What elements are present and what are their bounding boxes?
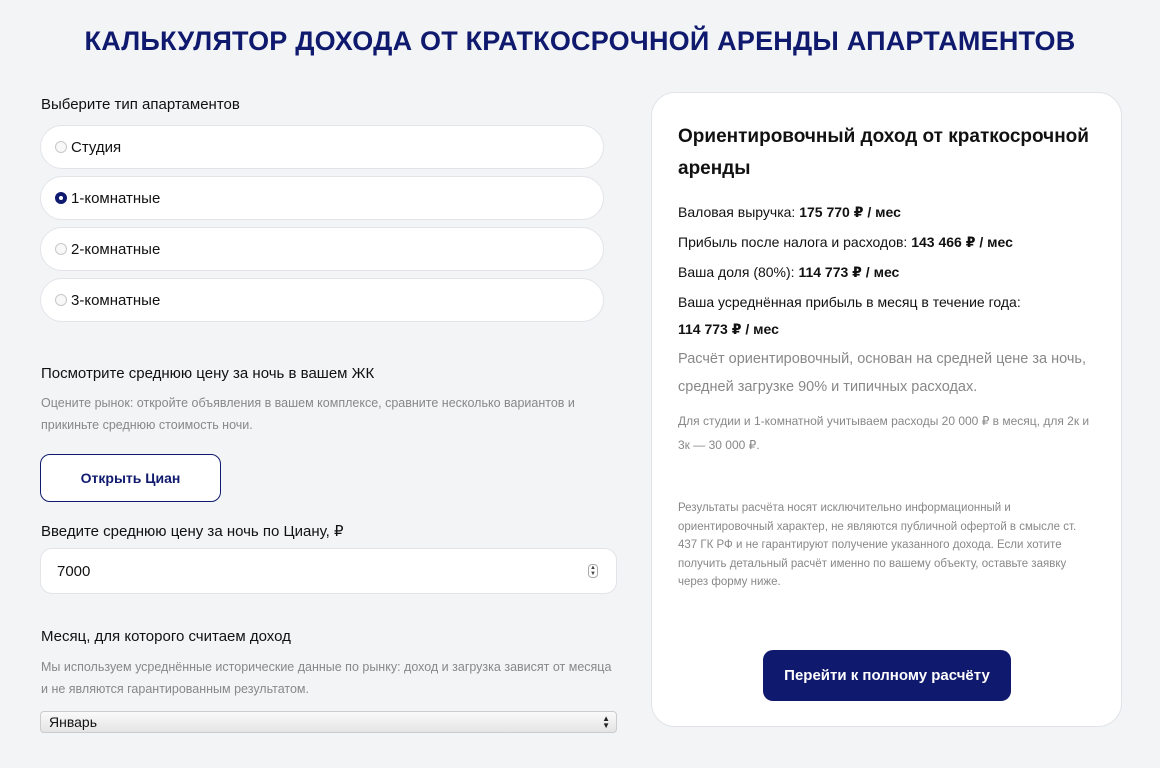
full-calculation-button[interactable]: Перейти к полному расчёту [763, 650, 1011, 701]
profit-value: 143 466 ₽ / мес [911, 234, 1013, 250]
share-value: 114 773 ₽ / мес [798, 264, 900, 280]
avg-price-hint: Оцените рынок: откройте объявления в ваш… [41, 396, 575, 432]
open-cian-button[interactable]: Открыть Циан [40, 454, 221, 502]
radio-option-label: 3-комнатные [71, 291, 161, 309]
avg-profit-value: 114 773 ₽ / мес [678, 321, 779, 337]
legal-disclaimer: Результаты расчёта носят исключительно и… [678, 502, 1077, 588]
share-line: Ваша доля (80%): 114 773 ₽ / мес [678, 262, 899, 282]
page-title: КАЛЬКУЛЯТОР ДОХОДА ОТ КРАТКОСРОЧНОЙ АРЕН… [84, 26, 1076, 56]
select-arrows-icon: ▲ ▼ [602, 714, 610, 730]
radio-option-studio[interactable]: Студия [40, 125, 604, 169]
radio-option-3-room[interactable]: 3-комнатные [40, 278, 604, 322]
month-hint: Мы используем усреднённые исторические д… [41, 660, 612, 696]
price-input-value: 7000 [57, 562, 91, 580]
radio-option-label: 2-комнатные [71, 240, 161, 258]
radio-option-2-room[interactable]: 2-комнатные [40, 227, 604, 271]
radio-button-icon[interactable] [55, 243, 67, 255]
result-card: Ориентировочный доход от краткосрочной а… [651, 92, 1122, 727]
price-per-night-input[interactable]: 7000 ▲ ▼ [40, 548, 617, 594]
avg-price-heading: Посмотрите среднюю цену за ночь в вашем … [41, 365, 375, 382]
calculation-note: Расчёт ориентировочный, основан на средн… [678, 351, 1087, 395]
radio-button-icon[interactable] [55, 294, 67, 306]
radio-option-1-room[interactable]: 1-комнатные [40, 176, 604, 220]
number-spinner-icon[interactable]: ▲ ▼ [588, 564, 598, 578]
radio-button-icon[interactable] [55, 141, 67, 153]
profit-label: Прибыль после налога и расходов: [678, 234, 912, 250]
avg-profit-label: Ваша усреднённая прибыль в месяц в течен… [678, 294, 1021, 310]
price-input-label: Введите среднюю цену за ночь по Циану, ₽ [41, 523, 344, 540]
radio-option-label: Студия [71, 138, 122, 156]
month-select-value: Январь [49, 714, 97, 730]
result-title: Ориентировочный доход от краткосрочной а… [678, 126, 1089, 179]
radio-option-label: 1-комнатные [71, 189, 161, 207]
gross-revenue-value: 175 770 ₽ / мес [799, 204, 901, 220]
gross-revenue-label: Валовая выручка: [678, 204, 800, 220]
gross-revenue-line: Валовая выручка: 175 770 ₽ / мес [678, 202, 901, 222]
profit-line: Прибыль после налога и расходов: 143 466… [678, 232, 1013, 252]
apartment-type-label: Выберите тип апартаментов [41, 96, 240, 113]
expenses-note: Для студии и 1-комнатной учитываем расхо… [678, 414, 1090, 452]
month-select[interactable]: Январь ▲ ▼ [40, 711, 617, 733]
avg-profit-value-line: 114 773 ₽ / мес [678, 319, 779, 339]
month-label: Месяц, для которого считаем доход [41, 628, 291, 645]
share-label: Ваша доля (80%): [678, 264, 799, 280]
radio-button-checked-icon[interactable] [55, 192, 67, 204]
